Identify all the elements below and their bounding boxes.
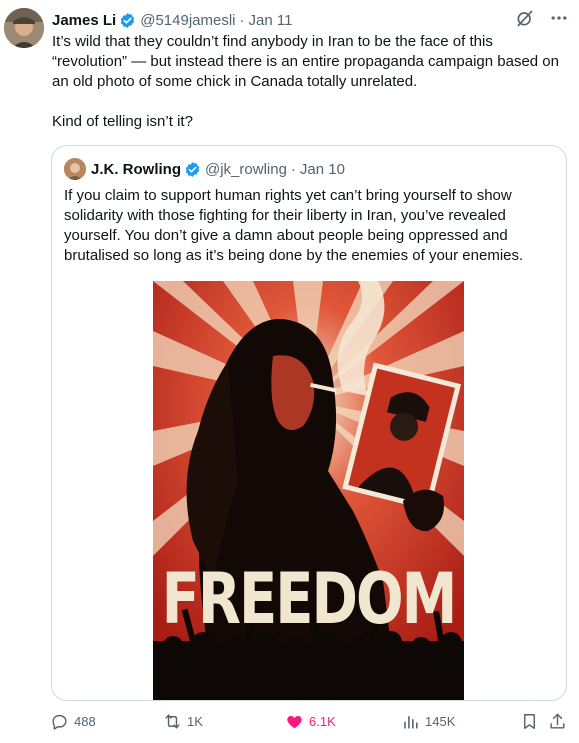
- quoted-author-name: J.K. Rowling: [91, 160, 181, 178]
- poster-title: FREEDOM: [161, 559, 458, 641]
- poster-image[interactable]: FREEDOM: [153, 281, 464, 700]
- quoted-header-separator: ·: [290, 160, 296, 178]
- author-name[interactable]: James Li: [52, 12, 116, 29]
- tweet-action-bar: 488 1K 6.1K 145K: [50, 712, 570, 736]
- verified-badge-icon: [120, 12, 135, 28]
- reply-icon: [52, 714, 67, 730]
- repost-button[interactable]: 1K: [163, 712, 203, 731]
- quoted-tweet-date: Jan 10: [299, 160, 345, 178]
- tweet-header: James Li @5149jamesli · Jan 11: [52, 10, 292, 30]
- tweet-date[interactable]: Jan 11: [249, 12, 293, 29]
- views-button[interactable]: 145K: [401, 712, 455, 731]
- views-icon: [404, 715, 418, 729]
- quoted-author-avatar: [64, 158, 86, 180]
- views-count: 145K: [425, 714, 456, 729]
- author-handle[interactable]: @5149jamesli: [140, 12, 235, 29]
- heart-icon: [287, 715, 302, 729]
- share-icon: [550, 713, 565, 729]
- bookmark-button[interactable]: [520, 712, 544, 731]
- tweet-top-actions: [515, 8, 569, 28]
- bookmark-icon: [524, 714, 535, 729]
- repost-icon: [165, 714, 180, 729]
- verified-badge-icon: [185, 161, 200, 177]
- quoted-tweet[interactable]: J.K. Rowling @jk_rowling · Jan 10 If you…: [51, 145, 567, 701]
- reply-button[interactable]: 488: [50, 712, 96, 731]
- tweet-text-paragraph-1: It’s wild that they couldn’t find anybod…: [52, 33, 559, 90]
- like-count: 6.1K: [309, 714, 336, 729]
- author-avatar[interactable]: [4, 8, 44, 48]
- quoted-author-handle: @jk_rowling: [205, 160, 287, 178]
- header-separator: ·: [239, 11, 245, 29]
- share-button[interactable]: [548, 712, 572, 731]
- tweet-text: It’s wild that they couldn’t find anybod…: [52, 32, 567, 132]
- more-icon[interactable]: [549, 8, 569, 28]
- grok-icon[interactable]: [515, 8, 535, 28]
- quoted-tweet-header: J.K. Rowling @jk_rowling · Jan 10: [64, 158, 345, 180]
- tweet-text-paragraph-2: Kind of telling isn’t it?: [52, 113, 193, 130]
- repost-count: 1K: [187, 714, 203, 729]
- quoted-tweet-text: If you claim to support human rights yet…: [64, 187, 524, 264]
- like-button[interactable]: 6.1K: [285, 712, 336, 731]
- reply-count: 488: [74, 714, 96, 729]
